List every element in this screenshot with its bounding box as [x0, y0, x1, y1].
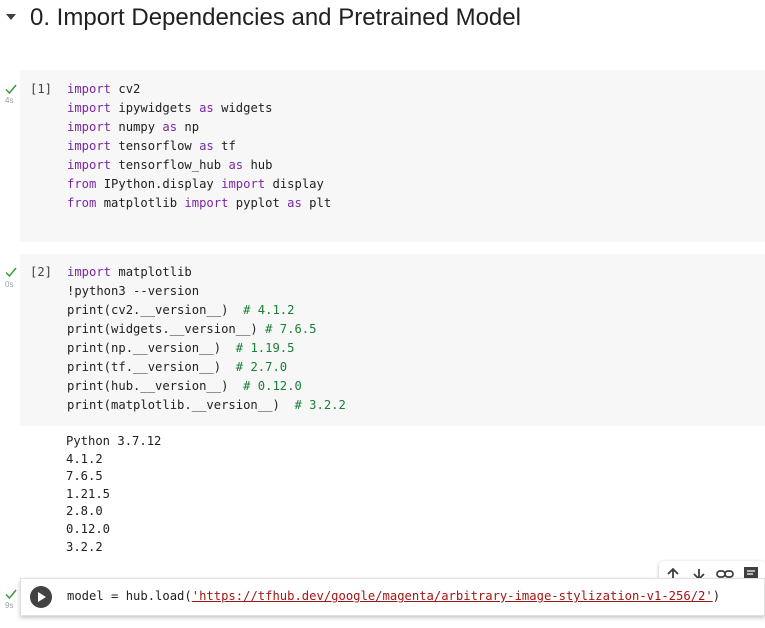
code-line: model = hub.load('https://tfhub.dev/goog…	[67, 587, 720, 606]
code-token: tf	[213, 139, 236, 153]
comment-token: # 7.6.5	[265, 322, 317, 336]
code-token: np	[177, 120, 200, 134]
keyword-token: import	[67, 82, 112, 96]
code-token: widgets	[213, 101, 273, 115]
exec-count: [1]	[30, 82, 53, 96]
code-token: plt	[301, 196, 332, 210]
keyword-token: import	[67, 265, 112, 279]
comment-token: # 3.2.2	[294, 398, 346, 412]
string-token: 'https://tfhub.dev/google/magenta/arbitr…	[191, 589, 713, 603]
check-icon	[5, 84, 17, 95]
code-token: print(cv2.__version__)	[67, 303, 244, 317]
keyword-token: from	[67, 177, 97, 191]
exec-time: 9s	[5, 601, 14, 610]
code-line: print(cv2.__version__) # 4.1.2	[67, 301, 346, 320]
output-line: 1.21.5	[66, 486, 111, 501]
comment-token: # 2.7.0	[235, 360, 288, 374]
section-header: 0. Import Dependencies and Pretrained Mo…	[0, 0, 765, 40]
code-line: print(widgets.__version__) # 7.6.5	[67, 320, 346, 339]
code-editor[interactable]: import matplotlib !python3 --version print…	[67, 263, 346, 415]
code-token: print(matplotlib.__version__)	[67, 398, 295, 412]
code-line: print(matplotlib.__version__) # 3.2.2	[67, 396, 346, 415]
code-token: !python3 --version	[67, 284, 200, 298]
keyword-token: import	[184, 196, 229, 210]
code-line: !python3 --version	[67, 282, 346, 301]
section-title: 0. Import Dependencies and Pretrained Mo…	[30, 4, 521, 31]
comment-token: # 0.12.0	[243, 379, 302, 393]
keyword-token: import	[221, 177, 266, 191]
code-line: print(np.__version__) # 1.19.5	[67, 339, 346, 358]
output-line: 3.2.2	[66, 539, 103, 554]
code-line: from matplotlib import pyplot as plt	[67, 194, 331, 213]
code-line: print(hub.__version__) # 0.12.0	[67, 377, 346, 396]
keyword-token: import	[67, 139, 112, 153]
run-cell-button[interactable]	[30, 586, 52, 608]
keyword-token: as	[287, 196, 302, 210]
code-token: model = hub.load(	[67, 589, 192, 603]
code-token: ipywidgets	[111, 101, 200, 115]
code-token: matplotlib	[96, 196, 185, 210]
code-token: tensorflow	[111, 139, 200, 153]
code-line: import matplotlib	[67, 263, 346, 282]
code-editor[interactable]: model = hub.load('https://tfhub.dev/goog…	[67, 587, 720, 606]
output-line: 0.12.0	[66, 521, 111, 536]
comment-token: # 1.19.5	[235, 341, 295, 355]
code-line: import tensorflow_hub as hub	[67, 156, 331, 175]
output-line: 7.6.5	[66, 469, 103, 484]
keyword-token: import	[67, 101, 112, 115]
code-token: print(np.__version__)	[67, 341, 236, 355]
output-line: 4.1.2	[66, 451, 103, 466]
code-token: print(widgets.__version__)	[67, 322, 266, 336]
code-token: print(hub.__version__)	[67, 379, 244, 393]
collapse-caret-icon[interactable]	[6, 14, 16, 20]
code-line: import cv2	[67, 80, 331, 99]
cell-output: Python 3.7.12 4.1.2 7.6.5 1.21.5 2.8.0 0.12.0…	[66, 433, 161, 556]
code-line: import tensorflow as tf	[67, 137, 331, 156]
code-token: display	[265, 177, 324, 191]
code-token: numpy	[111, 120, 163, 134]
code-token: hub	[243, 158, 273, 172]
keyword-token: import	[67, 158, 112, 172]
exec-time: 4s	[5, 96, 14, 105]
output-line: 2.8.0	[66, 504, 103, 519]
code-token: pyplot	[228, 196, 288, 210]
keyword-token: as	[199, 101, 214, 115]
code-line: print(tf.__version__) # 2.7.0	[67, 358, 346, 377]
exec-time: 0s	[5, 280, 14, 289]
check-icon	[5, 589, 17, 600]
output-line: Python 3.7.12	[66, 434, 162, 448]
code-line: from IPython.display import display	[67, 175, 331, 194]
code-token: )	[712, 589, 721, 603]
code-token: tensorflow_hub	[111, 158, 229, 172]
keyword-token: as	[199, 139, 214, 153]
code-token: matplotlib	[111, 265, 192, 279]
keyword-token: import	[67, 120, 112, 134]
check-icon	[5, 267, 17, 278]
comment-token: # 4.1.2	[243, 303, 295, 317]
code-token: IPython.display	[96, 177, 222, 191]
code-line: import numpy as np	[67, 118, 331, 137]
keyword-token: as	[228, 158, 244, 172]
keyword-token: from	[67, 196, 97, 210]
code-line: import ipywidgets as widgets	[67, 99, 331, 118]
exec-count: [2]	[30, 265, 53, 279]
keyword-token: as	[162, 120, 178, 134]
code-token: cv2	[111, 82, 141, 96]
code-editor[interactable]: import cv2 import ipywidgets as widgets im…	[67, 80, 331, 213]
code-token: print(tf.__version__)	[67, 360, 236, 374]
